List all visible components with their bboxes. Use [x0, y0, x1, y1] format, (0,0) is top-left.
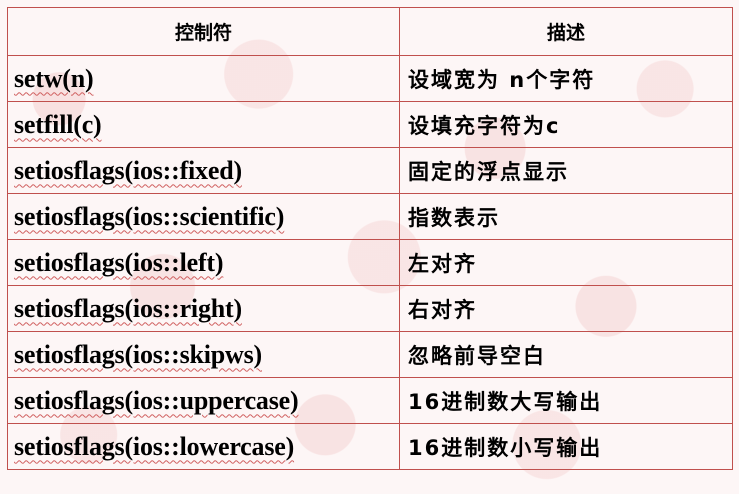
control-cell: setiosflags(ios::lowercase): [7, 423, 400, 470]
description-cell: 右对齐: [399, 285, 733, 332]
control-table: 控制符 描述 setw(n) 设域宽为 n个字符 setfill(c) 设填充字…: [7, 7, 733, 470]
control-text: setiosflags(ios::skipws): [14, 339, 262, 369]
control-cell: setiosflags(ios::right): [7, 285, 400, 332]
header-row: 控制符 描述: [7, 7, 733, 56]
description-cell: 设填充字符为c: [399, 101, 733, 148]
control-text: setiosflags(ios::left): [14, 247, 224, 277]
description-cell: 左对齐: [399, 239, 733, 286]
table-row: setiosflags(ios::left) 左对齐: [7, 239, 733, 286]
table-row: setiosflags(ios::lowercase) 16进制数小写输出: [7, 423, 733, 470]
description-cell: 16进制数小写输出: [399, 423, 733, 470]
control-cell: setiosflags(ios::left): [7, 239, 400, 286]
control-text: setiosflags(ios::fixed): [14, 155, 242, 185]
control-text: setiosflags(ios::uppercase): [14, 385, 299, 415]
control-cell: setiosflags(ios::uppercase): [7, 377, 400, 424]
table-row: setiosflags(ios::uppercase) 16进制数大写输出: [7, 377, 733, 424]
table-row: setiosflags(ios::right) 右对齐: [7, 285, 733, 332]
header-description: 描述: [399, 7, 733, 56]
description-cell: 指数表示: [399, 193, 733, 240]
table-row: setw(n) 设域宽为 n个字符: [7, 55, 733, 102]
control-text: setiosflags(ios::lowercase): [14, 431, 295, 461]
table-row: setiosflags(ios::skipws) 忽略前导空白: [7, 331, 733, 378]
header-control: 控制符: [7, 7, 400, 56]
control-text: setfill(c): [14, 109, 102, 139]
control-cell: setiosflags(ios::fixed): [7, 147, 400, 194]
control-cell: setiosflags(ios::scientific): [7, 193, 400, 240]
control-text: setiosflags(ios::scientific): [14, 201, 285, 231]
table-row: setiosflags(ios::scientific) 指数表示: [7, 193, 733, 240]
control-cell: setiosflags(ios::skipws): [7, 331, 400, 378]
description-cell: 设域宽为 n个字符: [399, 55, 733, 102]
control-cell: setfill(c): [7, 101, 400, 148]
control-cell: setw(n): [7, 55, 400, 102]
table-row: setiosflags(ios::fixed) 固定的浮点显示: [7, 147, 733, 194]
description-cell: 忽略前导空白: [399, 331, 733, 378]
control-text: setiosflags(ios::right): [14, 293, 242, 323]
control-text: setw(n): [14, 63, 94, 93]
table-row: setfill(c) 设填充字符为c: [7, 101, 733, 148]
description-cell: 16进制数大写输出: [399, 377, 733, 424]
description-cell: 固定的浮点显示: [399, 147, 733, 194]
